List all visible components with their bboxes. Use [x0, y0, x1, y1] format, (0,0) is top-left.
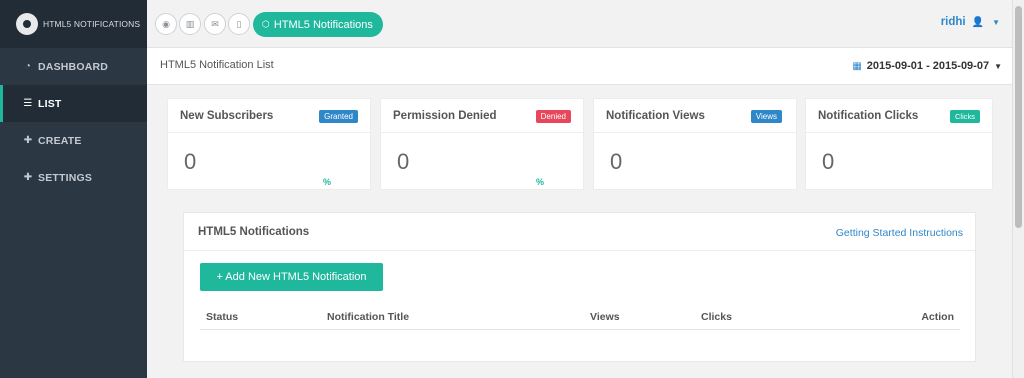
user-menu[interactable]: ridhi 👤 ▼ — [941, 16, 1000, 28]
stat-card-permission-denied: Permission Denied Denied 0 % — [380, 98, 584, 190]
card-percent: % — [535, 177, 544, 187]
card-value: 0 — [397, 149, 410, 174]
status-badge: Views — [750, 110, 782, 123]
logo-icon — [16, 13, 38, 35]
html5-notifications-tab[interactable]: ⬡ HTML5 Notifications — [253, 12, 383, 37]
sidebar-item-settings[interactable]: ✚ SETTINGS — [0, 159, 147, 196]
stat-card-new-subscribers: New Subscribers Granted 0 % — [167, 98, 371, 190]
page-header: HTML5 Notification List ▦ 2015-09-01 - 2… — [147, 48, 1012, 85]
mobile-icon: ▯ — [236, 18, 242, 29]
table-header: Status Notification Title Views Clicks A… — [200, 306, 960, 330]
add-notification-button[interactable]: + Add New HTML5 Notification — [200, 263, 383, 291]
calendar-icon: ▦ — [852, 60, 862, 72]
plus-icon: ✚ — [23, 172, 33, 183]
status-badge: Denied — [535, 110, 571, 123]
notifications-panel: HTML5 Notifications Getting Started Inst… — [183, 212, 976, 362]
card-title: New Subscribers — [180, 110, 274, 122]
sidebar-item-label: DASHBOARD — [38, 60, 109, 73]
card-title: Notification Clicks — [818, 110, 919, 122]
divider — [184, 250, 975, 251]
bar-chart-icon: ▥ — [185, 18, 195, 29]
column-action: Action — [921, 311, 954, 323]
sidebar-item-label: CREATE — [38, 134, 82, 147]
card-value: 0 — [184, 149, 197, 174]
envelope-icon: ✉ — [211, 18, 219, 29]
divider — [594, 132, 796, 133]
column-clicks: Clicks — [701, 311, 732, 323]
globe-button[interactable]: ◉ — [155, 13, 177, 35]
stat-card-notification-clicks: Notification Clicks Clicks 0 — [805, 98, 993, 190]
getting-started-link[interactable]: Getting Started Instructions — [836, 227, 963, 239]
status-badge: Granted — [319, 110, 358, 123]
card-percent: % — [322, 177, 331, 187]
date-range-picker[interactable]: ▦ 2015-09-01 - 2015-09-07 ▼ — [852, 60, 1002, 72]
column-views: Views — [590, 311, 620, 323]
mobile-button[interactable]: ▯ — [228, 13, 250, 35]
divider — [806, 132, 992, 133]
status-badge: Clicks — [950, 110, 980, 123]
scrollbar-thumb[interactable] — [1015, 6, 1022, 228]
divider — [168, 132, 370, 133]
scrollbar[interactable] — [1012, 0, 1024, 378]
plus-icon: ✚ — [23, 135, 33, 146]
card-title: Notification Views — [606, 110, 705, 122]
topbar: ◉ ▥ ✉ ▯ ⬡ HTML5 Notifications ridhi 👤 ▼ — [147, 0, 1012, 48]
card-value: 0 — [822, 149, 835, 174]
sidebar-item-dashboard[interactable]: ◔ DASHBOARD — [0, 48, 147, 85]
card-value: 0 — [610, 149, 623, 174]
user-name: ridhi — [940, 16, 966, 28]
stats-button[interactable]: ▥ — [179, 13, 201, 35]
sidebar-item-list[interactable]: ☰ LIST — [0, 85, 147, 122]
column-notification-title: Notification Title — [327, 311, 410, 323]
brand[interactable]: HTML5 NOTIFICATIONS — [0, 0, 147, 48]
sidebar: HTML5 NOTIFICATIONS ◔ DASHBOARD ☰ LIST ✚… — [0, 0, 147, 378]
html5-icon: ⬡ — [262, 19, 270, 29]
chevron-down-icon: ▼ — [992, 17, 1000, 27]
brand-name: HTML5 NOTIFICATIONS — [43, 19, 141, 29]
page-title: HTML5 Notification List — [160, 59, 274, 71]
dashboard-icon: ◔ — [24, 61, 32, 72]
list-icon: ☰ — [23, 98, 33, 109]
sidebar-item-label: SETTINGS — [38, 171, 93, 184]
stat-card-notification-views: Notification Views Views 0 — [593, 98, 797, 190]
card-title: Permission Denied — [393, 110, 497, 122]
date-range-value: 2015-09-01 - 2015-09-07 — [866, 60, 990, 72]
sidebar-item-label: LIST — [38, 97, 62, 110]
panel-title: HTML5 Notifications — [198, 226, 310, 238]
email-button[interactable]: ✉ — [204, 13, 226, 35]
globe-icon: ◉ — [162, 18, 170, 29]
user-icon: 👤 — [971, 16, 985, 28]
column-status: Status — [206, 311, 239, 323]
html5-notifications-label: HTML5 Notifications — [273, 18, 373, 31]
sidebar-item-create[interactable]: ✚ CREATE — [0, 122, 147, 159]
chevron-down-icon: ▼ — [994, 61, 1002, 71]
divider — [381, 132, 583, 133]
